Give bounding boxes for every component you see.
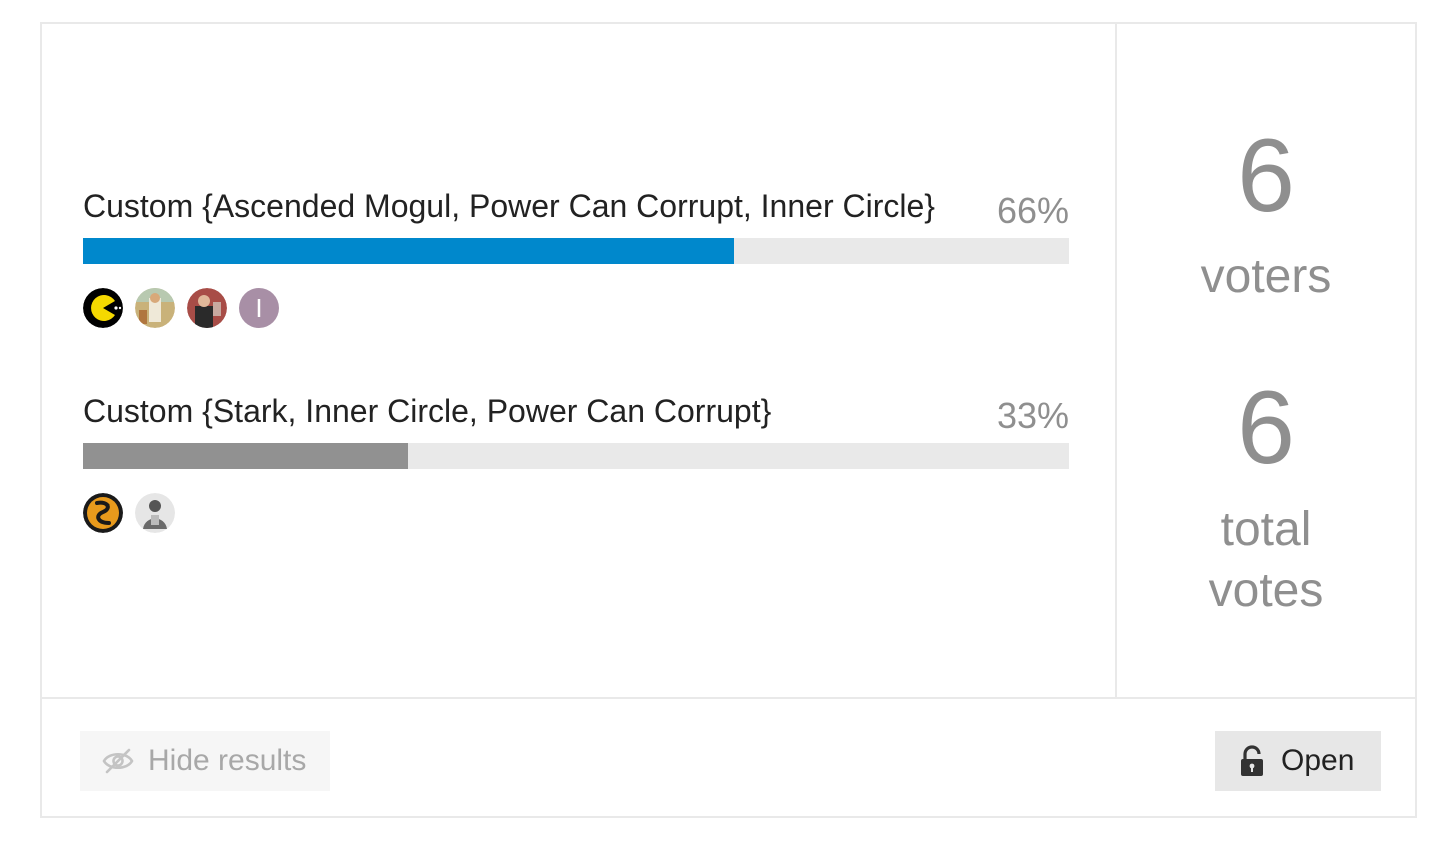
total-votes-label-line2: votes	[1208, 564, 1324, 617]
poll-container: Custom {Ascended Mogul, Power Can Corrup…	[40, 22, 1417, 818]
poll-stats: 6 voters 6 total votes	[1117, 24, 1415, 697]
option-bar-fill	[83, 238, 734, 264]
avatar-letter: I	[255, 293, 263, 323]
option-bar-track	[83, 443, 1069, 469]
option-percentage: 66%	[996, 190, 1069, 231]
poll-option: Custom {Stark, Inner Circle, Power Can C…	[83, 389, 1069, 533]
option-label: Custom {Stark, Inner Circle, Power Can C…	[83, 393, 772, 429]
unlock-icon	[1239, 745, 1267, 777]
voters-count: 6	[1237, 118, 1295, 234]
eye-slash-icon	[102, 748, 134, 774]
option-voters: I	[83, 288, 279, 330]
letter-avatar[interactable]: I	[239, 288, 279, 328]
pacman-avatar-icon[interactable]	[83, 288, 123, 328]
poll-option: Custom {Ascended Mogul, Power Can Corrup…	[83, 184, 1069, 328]
photo-avatar-icon[interactable]	[135, 288, 175, 328]
poll-footer: Hide results Open	[42, 697, 1415, 816]
option-voters	[83, 493, 175, 535]
dragon-avatar-icon[interactable]	[83, 493, 123, 533]
option-bar-track	[83, 238, 1069, 264]
photo-avatar-icon[interactable]	[187, 288, 227, 328]
poll-results: Custom {Ascended Mogul, Power Can Corrup…	[42, 24, 1117, 697]
total-votes-count: 6	[1237, 370, 1295, 486]
open-button[interactable]: Open	[1215, 731, 1381, 791]
option-label: Custom {Ascended Mogul, Power Can Corrup…	[83, 188, 935, 224]
option-bar-fill	[83, 443, 409, 469]
open-label: Open	[1281, 744, 1355, 777]
voters-label: voters	[1200, 250, 1332, 303]
photo-avatar-icon[interactable]	[135, 493, 175, 533]
hide-results-label: Hide results	[148, 744, 307, 777]
hide-results-button[interactable]: Hide results	[80, 731, 330, 791]
total-votes-label-line1: total	[1220, 503, 1312, 556]
option-percentage: 33%	[996, 395, 1069, 436]
